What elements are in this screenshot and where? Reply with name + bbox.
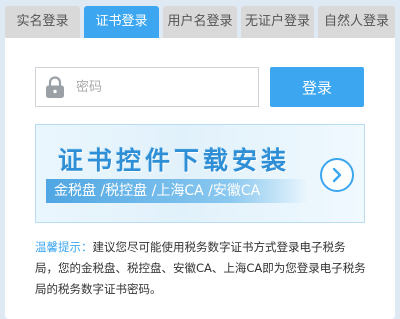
tab-real-name-login[interactable]: 实名登录 [5,6,80,38]
password-input[interactable] [76,68,256,106]
tab-certificate-login[interactable]: 证书登录 [84,6,159,38]
login-panel: 登录 证书控件下载安装 金税盘 /税控盘 /上海CA /安徽CA 温馨提示：建议… [5,38,395,319]
certificate-download-banner[interactable]: 证书控件下载安装 金税盘 /税控盘 /上海CA /安徽CA [35,124,365,223]
tab-username-login[interactable]: 用户名登录 [163,6,237,38]
banner-subtitle: 金税盘 /税控盘 /上海CA /安徽CA [46,179,308,203]
tab-no-certificate-login[interactable]: 无证户登录 [241,6,314,38]
password-field[interactable] [35,67,259,107]
login-tabs: 实名登录 证书登录 用户名登录 无证户登录 自然人登录 [0,0,400,40]
warm-tip: 温馨提示：建议您尽可能使用税务数字证书方式登录电子税务局，您的金税盘、税控盘、安… [35,237,367,300]
tab-natural-person-login[interactable]: 自然人登录 [318,6,395,38]
tip-label: 温馨提示： [35,240,93,254]
chevron-right-icon[interactable] [320,158,354,192]
lock-icon [36,68,74,106]
login-button[interactable]: 登录 [270,67,364,107]
banner-title: 证书控件下载安装 [58,146,291,175]
